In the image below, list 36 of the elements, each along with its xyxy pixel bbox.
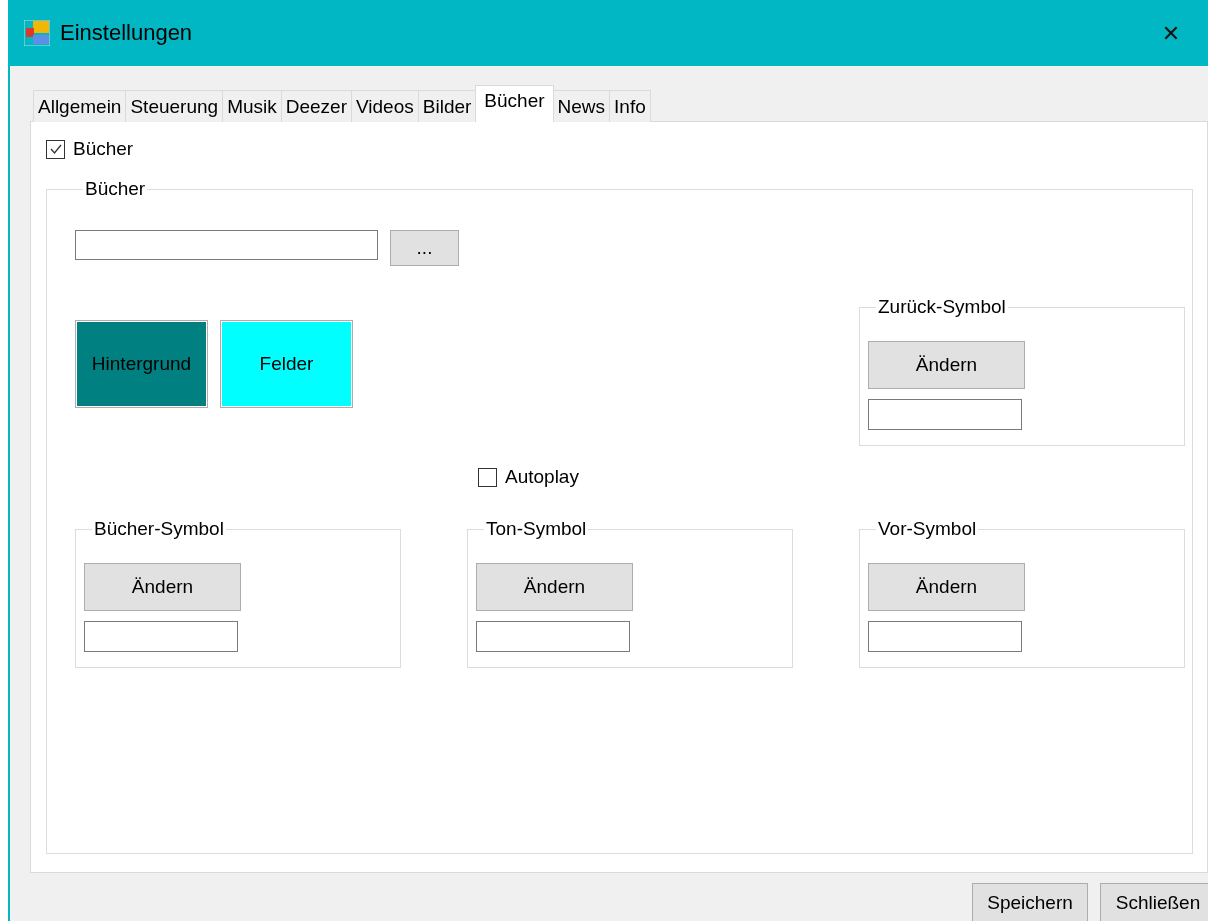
- checkbox[interactable]: [46, 139, 65, 159]
- dialog-button[interactable]: Speichern: [972, 883, 1088, 921]
- change-button[interactable]: Ändern: [868, 563, 1025, 611]
- group-title: Bücher-Symbol: [93, 518, 225, 540]
- group-title: Ton-Symbol: [485, 518, 588, 540]
- tab[interactable]: Bücher: [475, 85, 554, 122]
- checkbox[interactable]: [478, 467, 497, 487]
- color-button[interactable]: Hintergrund: [75, 320, 208, 408]
- change-button[interactable]: Ändern: [868, 341, 1025, 389]
- checkmark-icon: [48, 142, 63, 156]
- group-title: Vor-Symbol: [877, 518, 978, 540]
- symbol-field[interactable]: [868, 621, 1022, 652]
- symbol-field[interactable]: [868, 399, 1022, 430]
- checkbox-label: Bücher: [73, 138, 134, 160]
- tab[interactable]: News: [552, 90, 611, 122]
- group-title: Zurück-Symbol: [877, 296, 1007, 318]
- change-button[interactable]: Ändern: [84, 563, 241, 611]
- tab[interactable]: Musik: [222, 90, 282, 122]
- path-field[interactable]: [75, 230, 378, 260]
- checkbox-label: Autoplay: [505, 466, 579, 488]
- symbol-field[interactable]: [476, 621, 630, 652]
- dialog-button[interactable]: Schließen: [1100, 883, 1208, 921]
- tab[interactable]: Info: [609, 90, 651, 122]
- browse-button[interactable]: ...: [390, 230, 459, 266]
- app-icon: [24, 20, 50, 46]
- symbol-field[interactable]: [84, 621, 238, 652]
- color-button[interactable]: Felder: [220, 320, 353, 408]
- tab[interactable]: Deezer: [280, 90, 352, 122]
- group-title: Bücher: [84, 178, 147, 200]
- change-button[interactable]: Ändern: [476, 563, 633, 611]
- tab[interactable]: Steuerung: [125, 90, 224, 122]
- tab[interactable]: Videos: [351, 90, 419, 122]
- close-button[interactable]: ✕: [1136, 3, 1206, 63]
- window-title: Einstellungen: [60, 20, 194, 46]
- tab[interactable]: Bilder: [417, 90, 477, 122]
- tab[interactable]: Allgemein: [33, 90, 127, 122]
